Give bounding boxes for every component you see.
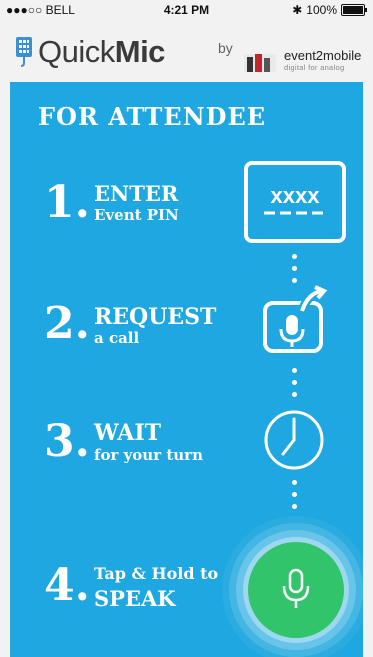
step-number: 3. — [44, 416, 90, 467]
bluetooth-icon: ✱ — [292, 3, 303, 17]
event2mobile-logo-icon — [244, 54, 276, 72]
step-subtitle: for your turn — [94, 446, 203, 464]
pin-mask-text: xxxx — [271, 183, 321, 208]
step-title: ENTER — [94, 181, 179, 206]
battery-icon — [341, 4, 367, 16]
step-number: 4. — [44, 560, 90, 611]
tap-hold-speak-button[interactable] — [248, 542, 344, 638]
step-number: 1. — [44, 177, 90, 228]
app-name: QuickMic — [38, 34, 165, 69]
partner-tagline: digital for analog — [284, 63, 345, 72]
request-call-icon — [263, 285, 328, 353]
step-number: 2. — [44, 298, 90, 349]
step-connector-dots — [292, 368, 298, 404]
page-title: FOR ATTENDEE — [38, 102, 267, 131]
phone-mic-logo-icon — [16, 37, 32, 67]
step-subtitle: a call — [94, 329, 140, 347]
step-title: WAIT — [94, 420, 162, 446]
battery-percent: 100% — [306, 3, 337, 17]
step-title: REQUEST — [94, 304, 217, 330]
quickmic-logo: QuickMic — [14, 34, 165, 70]
by-label: by — [218, 40, 233, 56]
app-header: QuickMic by event2mobile digital for ana… — [0, 20, 373, 80]
step-subtitle: SPEAK — [94, 586, 176, 611]
partner-name: event2mobile — [284, 48, 362, 63]
microphone-icon — [282, 568, 310, 608]
step-connector-dots — [292, 480, 298, 516]
step-subtitle: Event PIN — [94, 206, 179, 224]
status-bar: ●●●○○ BELL 4:21 PM ✱ 100% — [0, 0, 373, 20]
clock-icon — [264, 410, 324, 470]
step-title: Tap & Hold to — [94, 564, 219, 583]
instructions-panel: FOR ATTENDEE 1. ENTER Event PIN xxxx 2. … — [10, 82, 363, 657]
status-right: ✱ 100% — [292, 3, 367, 17]
pin-card-icon: xxxx — [244, 161, 346, 243]
